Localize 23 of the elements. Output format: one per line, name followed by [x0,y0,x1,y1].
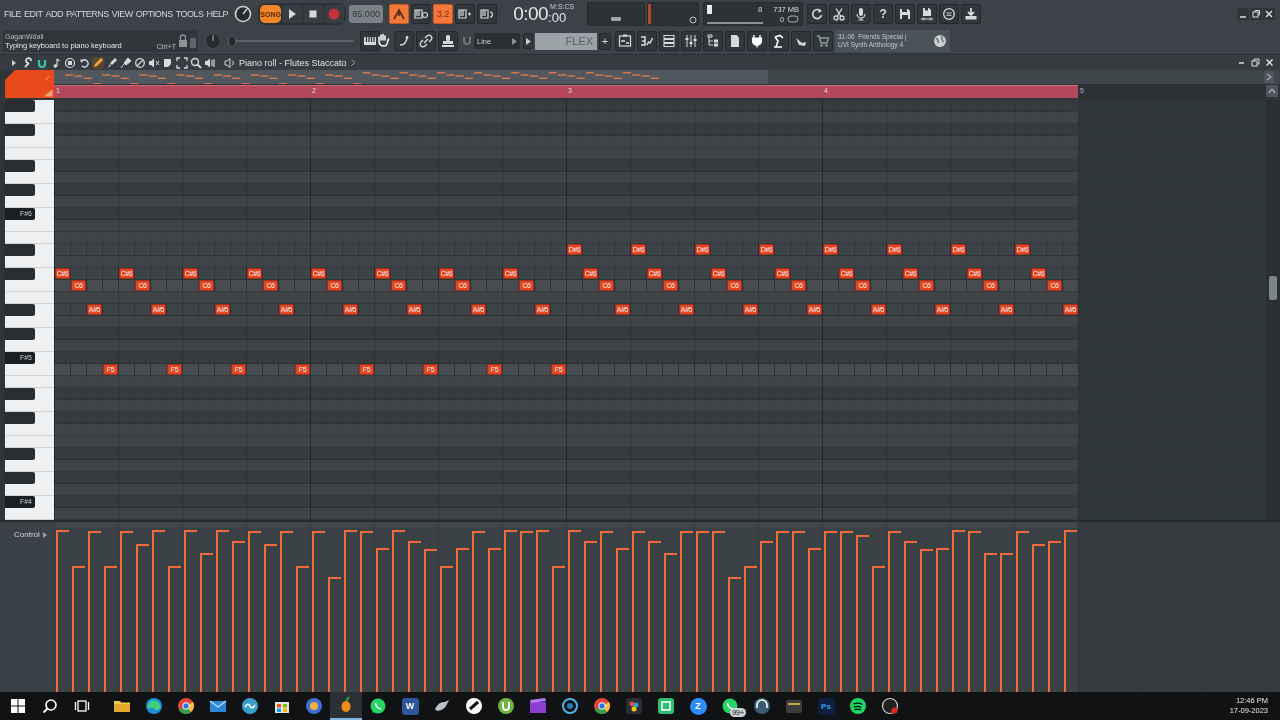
add-preset-button[interactable]: + [599,32,611,50]
preset-display[interactable]: FLEX [535,32,597,50]
taskbar-app[interactable]: Ps [810,692,842,720]
menu-item[interactable]: HELP [206,9,229,19]
menu-item[interactable]: EDIT [24,9,43,19]
app-icon: Ps [817,697,835,715]
taskbar-app[interactable]: Z [682,692,714,720]
window-title: Piano roll - Flutes Staccato [239,57,347,68]
menu-item[interactable]: TOOLS [175,9,204,19]
control-lane-label[interactable]: Control [14,530,40,539]
taskbar-app[interactable]: W [394,692,426,720]
app-icon: W [401,697,419,715]
menu-item[interactable]: ADD [45,9,64,19]
menu-item[interactable]: VIEW [111,9,133,19]
countdown-button[interactable]: 3.2 [433,4,454,24]
time-centiseconds: :00 [548,11,567,25]
menu-item[interactable]: FILE [4,9,21,19]
menu-item[interactable]: PATTERNS [66,9,109,19]
time-display: 0:00 [513,3,549,25]
app-icon: Z [689,697,707,715]
tempo-display[interactable]: 85.000 [349,5,384,23]
menu-item[interactable]: OPTIONS [135,9,173,19]
help-button[interactable]: ? [873,4,894,24]
